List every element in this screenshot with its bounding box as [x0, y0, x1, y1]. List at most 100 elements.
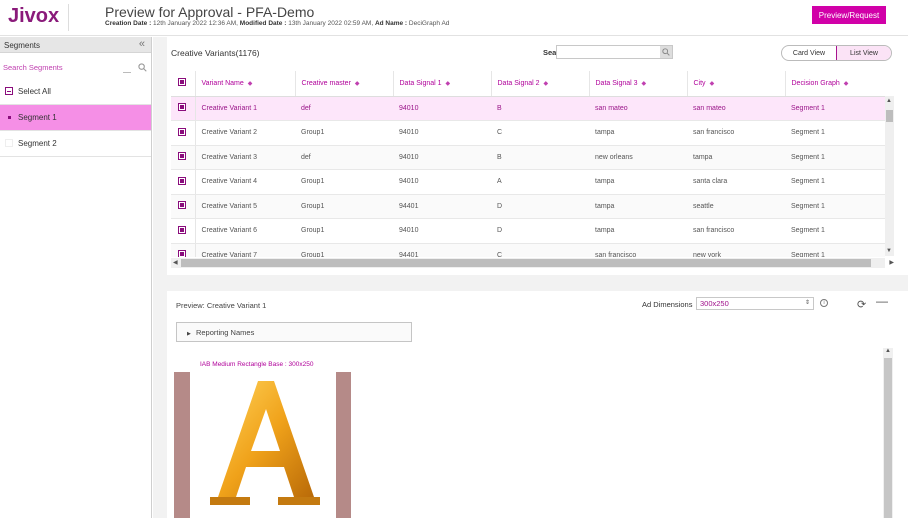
list-view-button[interactable]: List View	[836, 46, 891, 60]
table-header-row: Variant Name ◆ Creative master ◆ Data Sign…	[171, 71, 885, 97]
info-icon[interactable]: i	[820, 299, 828, 307]
table-row[interactable]: Creative Variant 1 def 94010 B san mateo…	[171, 96, 885, 121]
minimize-icon[interactable]: —	[876, 294, 888, 308]
table-cell: Creative Variant 5	[195, 194, 295, 219]
search-icon[interactable]	[138, 59, 147, 77]
column-header[interactable]: Data Signal 1 ◆	[393, 71, 492, 97]
scroll-left-icon[interactable]: ◀	[173, 259, 178, 266]
column-header[interactable]: Data Signal 3 ◆	[589, 71, 688, 97]
preview-request-button[interactable]: Preview/Request	[812, 6, 886, 24]
reporting-names-label: Reporting Names	[195, 328, 255, 337]
select-all-option[interactable]: Select All	[0, 79, 151, 105]
row-checkbox-cell	[171, 194, 196, 219]
row-checkbox-cell	[171, 169, 196, 195]
ad-meta: Creation Date : 12th January 2022 12:36 …	[105, 20, 449, 27]
page-title: Preview for Approval - PFA-Demo	[105, 4, 315, 20]
table-cell: D	[491, 218, 589, 244]
table-row[interactable]: Creative Variant 5 Group1 94401 D tampa …	[171, 194, 885, 219]
table-cell: 94010	[393, 145, 491, 170]
table-cell: Segment 1	[785, 169, 885, 195]
segment-label: Segment 1	[18, 113, 57, 122]
table-row[interactable]: Creative Variant 7 Group1 94401 C san fr…	[171, 243, 885, 257]
segment-search-input[interactable]	[3, 60, 123, 75]
table-row[interactable]: Creative Variant 2 Group1 94010 C tampa …	[171, 120, 885, 146]
table-cell: Group1	[295, 243, 393, 257]
table-row[interactable]: Creative Variant 3 def 94010 B new orlea…	[171, 145, 885, 170]
chevron-updown-icon: ⇕	[804, 300, 810, 306]
table-cell: new york	[687, 243, 785, 257]
table-cell: san francisco	[687, 120, 785, 146]
row-checkbox[interactable]	[178, 225, 186, 234]
table-cell: D	[491, 194, 589, 219]
scroll-thumb[interactable]	[884, 358, 892, 518]
row-checkbox-cell	[171, 120, 196, 146]
table-cell: Group1	[295, 218, 393, 244]
table-cell: Creative Variant 2	[195, 120, 295, 146]
segment-item-2[interactable]: Segment 2	[0, 131, 151, 157]
scroll-down-icon[interactable]: ▼	[886, 248, 892, 254]
creative-variants-panel: Creative Variants(1176) Search Card View…	[167, 37, 908, 275]
table-cell: Segment 1	[785, 218, 885, 244]
main-area: Creative Variants(1176) Search Card View…	[153, 37, 908, 518]
variants-search-input[interactable]	[556, 45, 673, 59]
segment-1-checkbox[interactable]	[5, 113, 13, 121]
row-checkbox[interactable]	[178, 201, 186, 210]
table-cell: tampa	[589, 218, 687, 244]
select-all-label: Select All	[18, 87, 51, 96]
table-cell: Segment 1	[785, 120, 885, 146]
table-cell: Segment 1	[785, 96, 885, 121]
table-cell: Creative Variant 6	[195, 218, 295, 244]
table-cell: def	[295, 145, 393, 170]
card-view-button[interactable]: Card View	[782, 46, 836, 60]
table-cell: B	[491, 96, 589, 121]
sort-icon: ◆	[543, 80, 549, 87]
table-cell: 94010	[393, 169, 491, 195]
ad-dimensions-label: Ad Dimensions	[642, 300, 693, 309]
jivox-logo[interactable]: Jivox	[8, 5, 59, 28]
caret-right-icon: ▶	[187, 331, 191, 337]
segment-2-checkbox[interactable]	[5, 139, 13, 147]
column-header[interactable]: City ◆	[687, 71, 786, 97]
sidebar-title: Segments	[4, 41, 41, 50]
column-header[interactable]: Data Signal 2 ◆	[491, 71, 590, 97]
select-all-rows-checkbox[interactable]	[178, 78, 186, 87]
sort-icon: ◆	[843, 80, 849, 87]
column-header[interactable]: Variant Name ◆	[195, 71, 296, 97]
refresh-icon[interactable]: ⟳	[857, 298, 866, 311]
scroll-right-icon[interactable]: ▶	[889, 259, 894, 266]
table-vertical-scrollbar[interactable]: ▲ ▼	[885, 96, 894, 256]
row-checkbox[interactable]	[178, 176, 186, 185]
table-cell: Creative Variant 4	[195, 169, 295, 195]
table-cell: C	[491, 120, 589, 146]
table-cell: new orleans	[589, 145, 687, 170]
row-checkbox[interactable]	[178, 152, 186, 161]
modified-date-label: Modified Date :	[239, 20, 287, 27]
select-all-checkbox[interactable]	[5, 87, 13, 95]
ad-name-value: DeciGraph Ad	[408, 20, 450, 27]
table-cell: san francisco	[589, 243, 687, 257]
search-icon[interactable]	[660, 46, 672, 58]
scroll-thumb[interactable]	[181, 259, 871, 267]
column-header[interactable]: Creative master ◆	[295, 71, 394, 97]
sidebar-header: Segments «	[0, 37, 151, 53]
column-header[interactable]: Decision Graph ◆	[785, 71, 885, 97]
table-row[interactable]: Creative Variant 6 Group1 94010 D tampa …	[171, 218, 885, 244]
preview-vertical-scrollbar[interactable]: ▲	[883, 348, 893, 518]
ad-dimensions-select[interactable]: 300x250 ⇕	[696, 297, 814, 310]
table-horizontal-scrollbar[interactable]: ◀ ▶	[171, 258, 894, 268]
segment-item-1[interactable]: Segment 1	[0, 105, 151, 131]
scroll-thumb[interactable]	[886, 110, 893, 122]
row-checkbox[interactable]	[178, 250, 186, 257]
table-cell: 94010	[393, 96, 491, 121]
segments-sidebar: Segments « Select All Segment 1 Segment …	[0, 37, 152, 518]
row-checkbox[interactable]	[178, 127, 186, 136]
variants-table: Variant Name ◆ Creative master ◆ Data Sign…	[171, 71, 885, 257]
table-row[interactable]: Creative Variant 4 Group1 94010 A tampa …	[171, 169, 885, 195]
scroll-up-icon[interactable]: ▲	[885, 348, 891, 354]
variants-title: Creative Variants(1176)	[171, 48, 260, 58]
reporting-names-toggle[interactable]: ▶ Reporting Names	[176, 322, 412, 342]
double-chevron-left-icon[interactable]: «	[139, 38, 145, 50]
scroll-up-icon[interactable]: ▲	[886, 98, 892, 104]
row-checkbox[interactable]	[178, 103, 186, 112]
view-toggle: Card View List View	[781, 45, 892, 61]
